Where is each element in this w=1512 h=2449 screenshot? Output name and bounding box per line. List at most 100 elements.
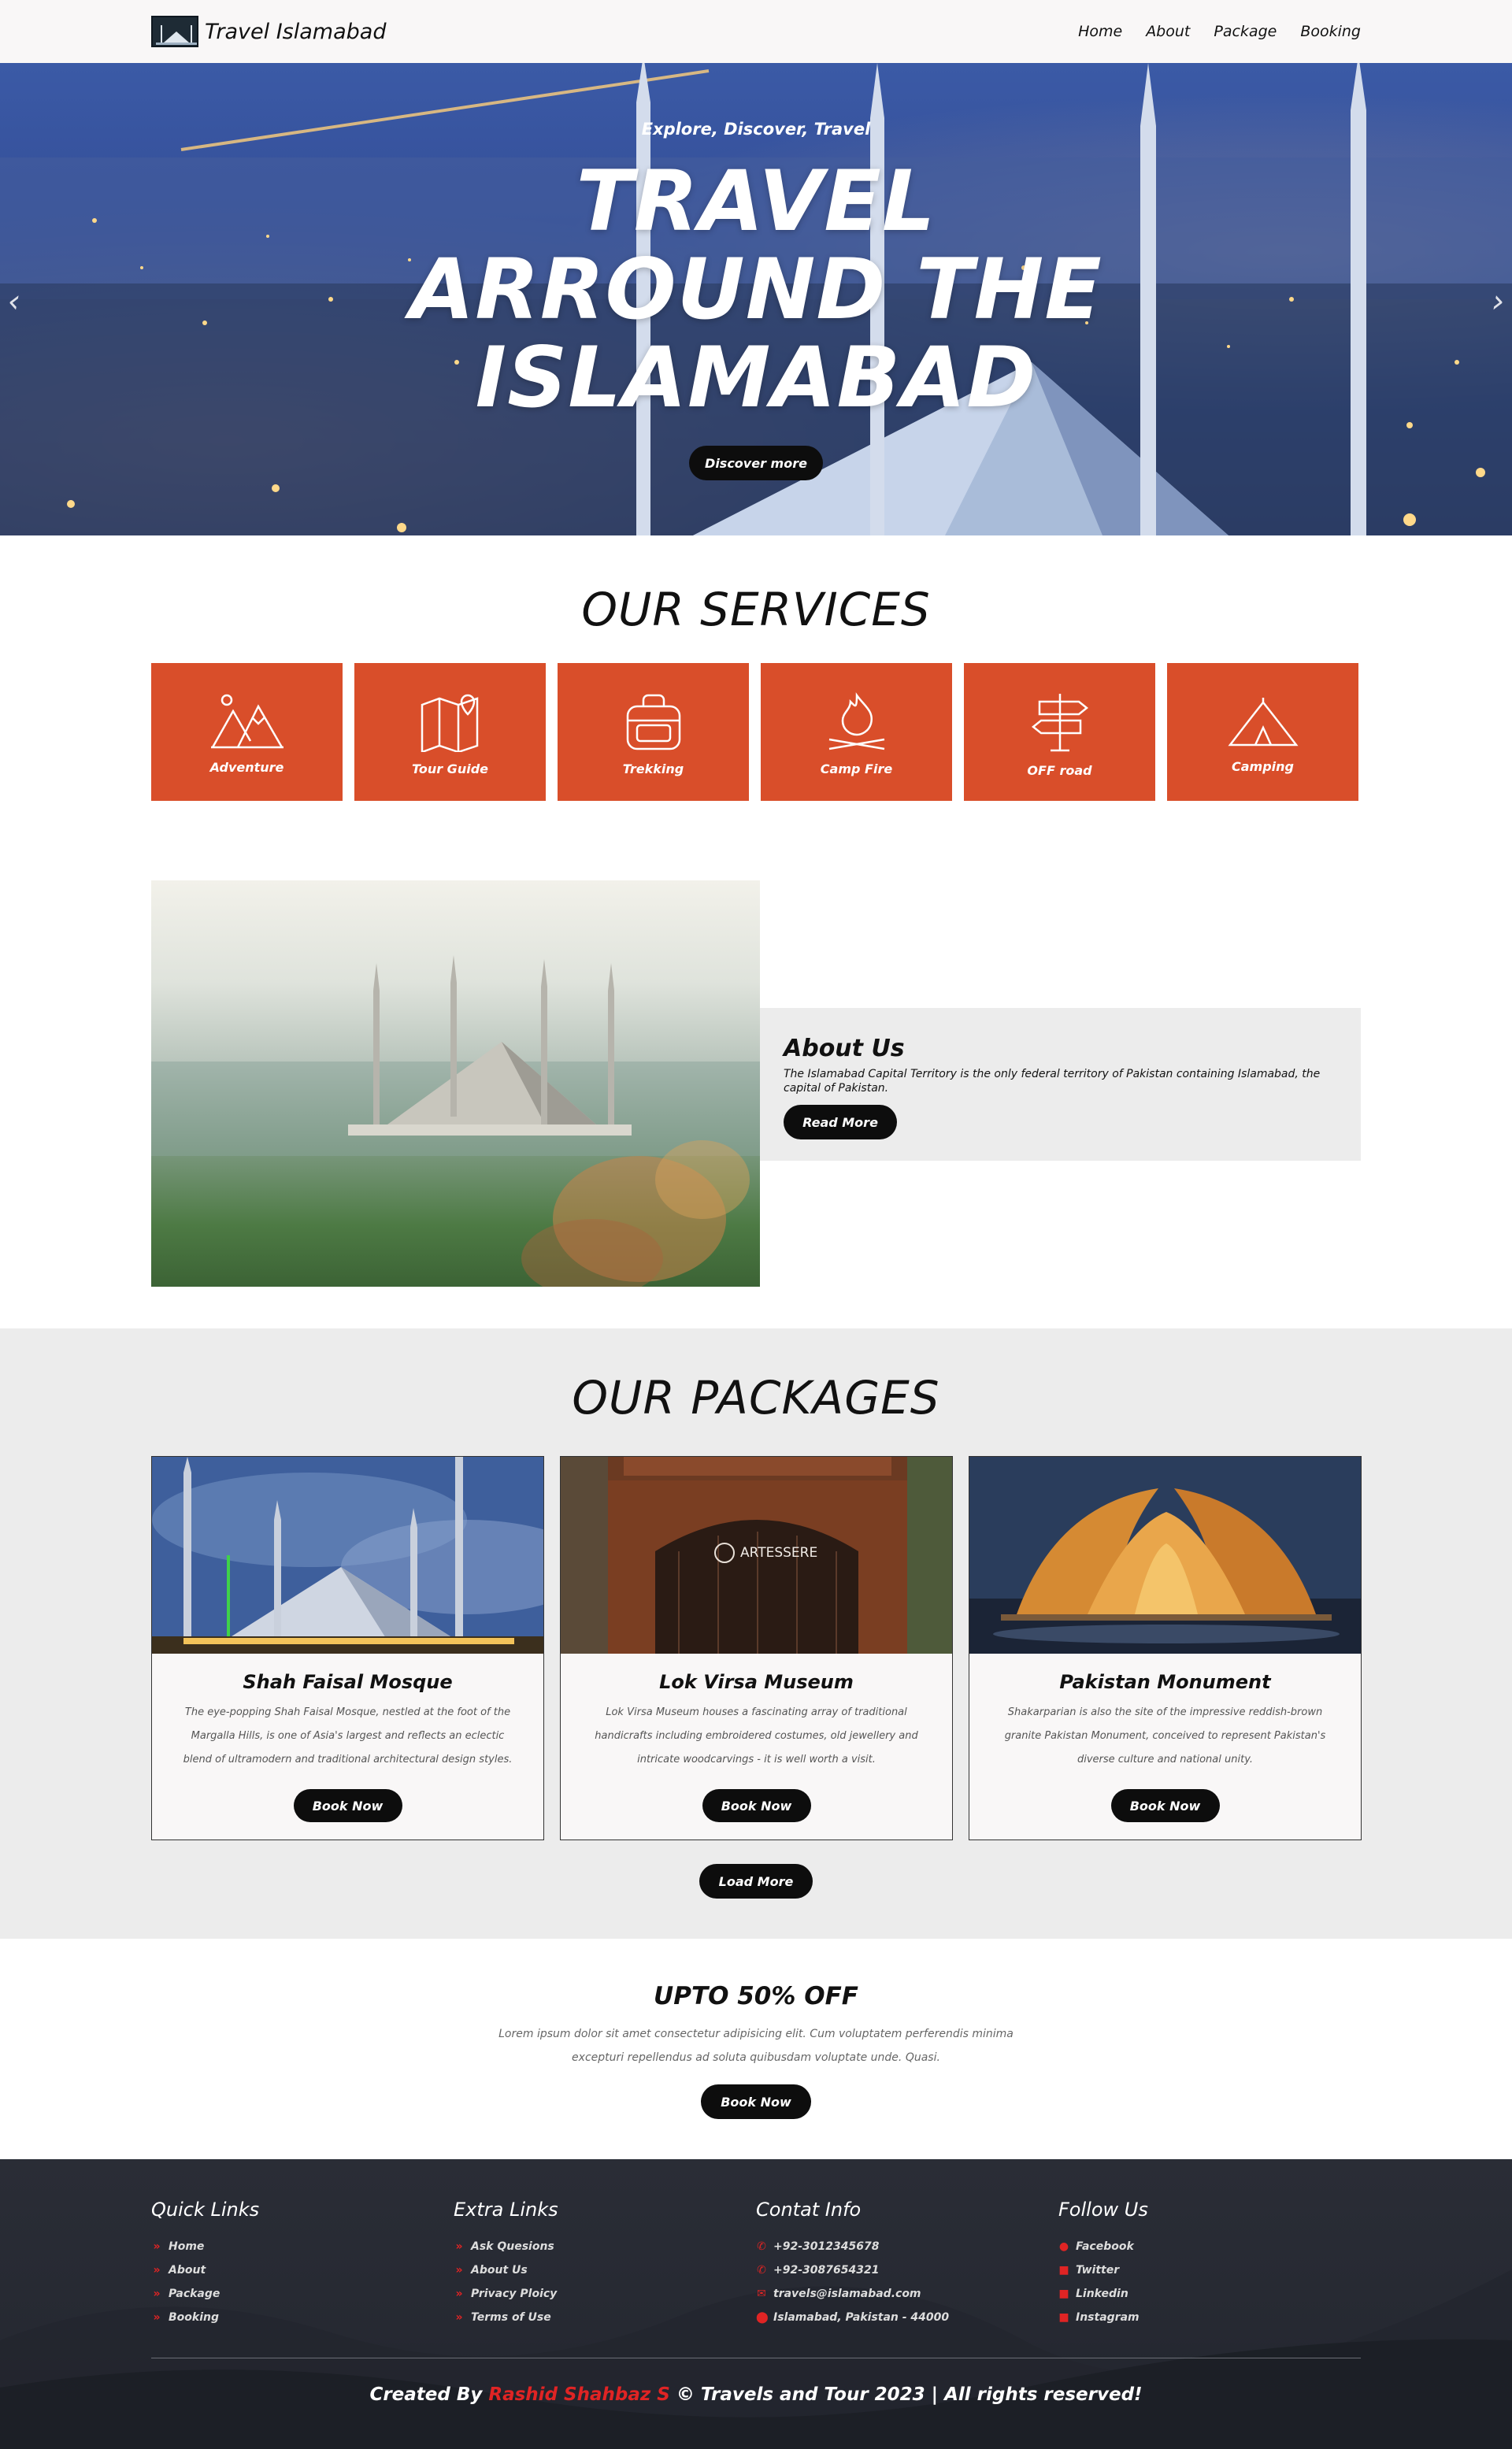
offer-section: UPTO 50% OFF Lorem ipsum dolor sit amet … — [0, 1939, 1512, 2159]
brand[interactable]: Travel Islamabad — [151, 16, 386, 47]
footer-link-about[interactable]: » About — [151, 2258, 454, 2282]
hero-title: TRAVEL ARROUND THE ISLAMABAD — [0, 157, 1512, 422]
nav-link-home[interactable]: Home — [1078, 23, 1122, 40]
package-desc: The eye-popping Shah Faisal Mosque, nest… — [171, 1701, 525, 1772]
footer-social-twitter[interactable]: ■ Twitter — [1058, 2258, 1361, 2282]
envelope-icon: ✉ — [757, 2288, 766, 2300]
service-card-tour-guide[interactable]: Tour Guide — [354, 663, 546, 801]
double-chevron-right-icon: » — [153, 2264, 161, 2277]
book-now-button[interactable]: Book Now — [1110, 1789, 1220, 1822]
footer-link-label: Privacy Ploicy — [471, 2288, 558, 2300]
package-image — [969, 1457, 1361, 1654]
book-now-button[interactable]: Book Now — [702, 1789, 811, 1822]
service-card-camp-fire[interactable]: Camp Fire — [761, 663, 952, 801]
footer-link-package[interactable]: » Package — [151, 2282, 454, 2306]
about-box: About Us The Islamabad Capital Territory… — [760, 1008, 1361, 1161]
footer-social-instagram[interactable]: ■ Instagram — [1058, 2306, 1361, 2329]
footer-contact-address: ⬤ Islamabad, Pakistan - 44000 — [756, 2306, 1058, 2329]
footer-contact-phone-2[interactable]: ✆ +92-3087654321 — [756, 2258, 1058, 2282]
double-chevron-right-icon: » — [153, 2288, 161, 2300]
package-card-pakistan-monument: Pakistan Monument Shakarparian is also t… — [969, 1456, 1362, 1840]
footer-credit: Created By Rashid Shahbaz S © Travels an… — [0, 2384, 1512, 2405]
footer-link-label: Package — [169, 2288, 220, 2300]
signpost-icon — [1031, 694, 1088, 752]
footer-social-label: Facebook — [1076, 2240, 1134, 2253]
footer-contact-label: Islamabad, Pakistan - 44000 — [773, 2311, 950, 2324]
package-name: Lok Virsa Museum — [659, 1671, 854, 1693]
load-more-button[interactable]: Load More — [699, 1864, 813, 1899]
footer-link-terms[interactable]: » Terms of Use — [454, 2306, 756, 2329]
service-card-adventure[interactable]: Adventure — [151, 663, 343, 801]
service-card-off-road[interactable]: OFF road — [964, 663, 1155, 801]
packages-title: OUR PACKAGES — [572, 1371, 940, 1425]
footer-contact-email[interactable]: ✉ travels@islamabad.com — [756, 2282, 1058, 2306]
footer-social-label: Linkedin — [1076, 2288, 1128, 2300]
discover-more-button[interactable]: Discover more — [689, 446, 823, 480]
double-chevron-right-icon: » — [455, 2240, 463, 2253]
footer-extra-links: Extra Links » Ask Quesions » About Us » Pri… — [454, 2199, 756, 2329]
footer-social-label: Twitter — [1076, 2264, 1120, 2277]
credit-author[interactable]: Rashid Shahbaz S — [488, 2384, 669, 2405]
package-desc-line: granite Pakistan Monument, conceived to … — [1004, 1730, 1326, 1742]
book-now-button[interactable]: Book Now — [293, 1789, 402, 1822]
backpack-icon — [626, 694, 680, 750]
nav-link-booking[interactable]: Booking — [1300, 23, 1361, 40]
package-desc-line: intricate woodcarvings - it is well wort… — [637, 1754, 876, 1765]
double-chevron-right-icon: » — [455, 2288, 463, 2300]
footer-social-linkedin[interactable]: ■ Linkedin — [1058, 2282, 1361, 2306]
offer-text: Lorem ipsum dolor sit amet consectetur a… — [480, 2022, 1032, 2069]
service-label: Trekking — [622, 761, 684, 776]
offer-book-now-button[interactable]: Book Now — [701, 2084, 811, 2119]
footer-col-title: Follow Us — [1058, 2199, 1148, 2221]
footer-contact-phone-1[interactable]: ✆ +92-3012345678 — [756, 2235, 1058, 2258]
location-pin-icon: ⬤ — [756, 2311, 769, 2324]
service-label: OFF road — [1027, 763, 1092, 778]
footer-link-privacy-policy[interactable]: » Privacy Ploicy — [454, 2282, 756, 2306]
package-desc: Lok Virsa Museum houses a fascinating ar… — [580, 1701, 934, 1772]
service-label: Camping — [1232, 759, 1294, 774]
offer-title: UPTO 50% OFF — [654, 1982, 858, 2010]
service-card-camping[interactable]: Camping — [1167, 663, 1358, 801]
about-title: About Us — [784, 1035, 905, 1062]
footer: Quick Links » Home » About » Package » Booki… — [0, 2159, 1512, 2449]
footer-link-ask-questions[interactable]: » Ask Quesions — [454, 2235, 756, 2258]
about-text: The Islamabad Capital Territory is the o… — [784, 1068, 1321, 1095]
footer-link-about-us[interactable]: » About Us — [454, 2258, 756, 2282]
footer-link-label: Booking — [169, 2311, 220, 2324]
service-card-trekking[interactable]: Trekking — [558, 663, 749, 801]
slider-prev-icon[interactable]: ‹ — [8, 283, 20, 320]
about-image — [151, 880, 760, 1287]
twitter-icon: ■ — [1058, 2264, 1069, 2277]
instagram-icon: ■ — [1058, 2311, 1069, 2324]
nav-link-about[interactable]: About — [1146, 23, 1190, 40]
footer-quick-links: Quick Links » Home » About » Package » Booki… — [151, 2199, 454, 2329]
footer-link-booking[interactable]: » Booking — [151, 2306, 454, 2329]
package-card-shah-faisal: Shah Faisal Mosque The eye-popping Shah … — [151, 1456, 544, 1840]
package-desc-line: Lok Virsa Museum houses a fascinating ar… — [606, 1706, 907, 1718]
package-card-lok-virsa: ARTESSERE Lok Virsa Museum Lok Virsa Mus… — [560, 1456, 953, 1840]
package-desc-line: handicrafts including embroidered costum… — [595, 1730, 918, 1742]
footer-col-title: Quick Links — [151, 2199, 260, 2221]
footer-social-facebook[interactable]: ● Facebook — [1058, 2235, 1361, 2258]
slider-next-icon[interactable]: › — [1492, 283, 1504, 320]
tent-icon — [1227, 698, 1299, 747]
double-chevron-right-icon: » — [153, 2311, 161, 2324]
hero-title-line1: TRAVEL — [576, 153, 936, 250]
footer-contact-label: +92-3012345678 — [773, 2240, 880, 2253]
museum-sign-text: ARTESSERE — [740, 1545, 818, 1561]
footer-link-home[interactable]: » Home — [151, 2235, 454, 2258]
offer-text-line: excepturi repellendus ad soluta quibusda… — [572, 2051, 940, 2064]
phone-icon: ✆ — [757, 2240, 766, 2253]
hero-content: Explore, Discover, Travel TRAVEL ARROUND… — [0, 63, 1512, 535]
package-desc-line: Shakarparian is also the site of the imp… — [1007, 1706, 1323, 1718]
mountain-icon — [210, 694, 284, 749]
read-more-button[interactable]: Read More — [784, 1105, 897, 1139]
footer-link-label: Home — [169, 2240, 205, 2253]
service-label: Adventure — [209, 760, 284, 775]
package-name: Shah Faisal Mosque — [243, 1671, 453, 1693]
hero-tagline: Explore, Discover, Travel — [641, 120, 871, 139]
hero-title-line2: ARROUND THE — [410, 241, 1102, 338]
nav-link-package[interactable]: Package — [1214, 23, 1277, 40]
service-label: Tour Guide — [411, 761, 488, 776]
package-desc: Shakarparian is also the site of the imp… — [988, 1701, 1343, 1772]
